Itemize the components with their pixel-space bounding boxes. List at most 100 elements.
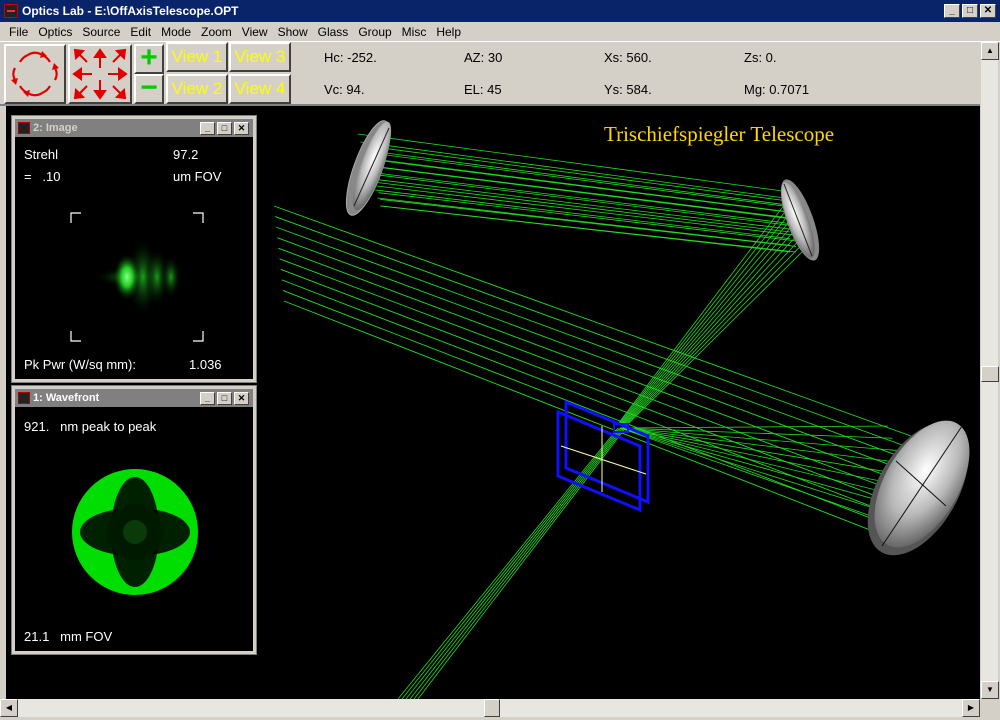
ray	[278, 247, 912, 486]
az-readout: AZ: 30	[464, 50, 503, 65]
wavefront-window-title: 1: Wavefront	[33, 392, 100, 404]
scroll-right-arrow-icon[interactable]: ▶	[962, 699, 980, 717]
horizontal-scrollbar[interactable]: ◀ ▶	[0, 699, 980, 717]
menu-help[interactable]: Help	[431, 25, 466, 39]
output-beam	[397, 427, 626, 699]
image-close-button[interactable]: ✕	[234, 121, 249, 135]
title-bar: Optics Lab - E:\OffAxisTelescope.OPT _ □…	[0, 0, 1000, 22]
image-window-title: 2: Image	[33, 122, 78, 134]
ys-readout: Ys: 584.	[604, 82, 652, 97]
ray	[623, 249, 805, 429]
fov-value: = .10	[24, 169, 61, 184]
ray	[279, 258, 912, 498]
ray	[381, 205, 797, 253]
ray	[409, 427, 623, 699]
menu-zoom[interactable]: Zoom	[196, 25, 237, 39]
el-readout: EL: 45	[464, 82, 502, 97]
ray	[621, 227, 798, 427]
wavefront-fov-label: 21.1 mm FOV	[24, 629, 113, 644]
view-2-button[interactable]: View 2	[166, 74, 228, 104]
tertiary-mirror[interactable]	[847, 405, 980, 572]
wavefront-window-titlebar[interactable]: 1: Wavefront _ □ ✕	[15, 389, 253, 407]
ray	[372, 181, 791, 233]
ray	[360, 141, 791, 200]
ray	[618, 205, 791, 425]
ray	[371, 165, 797, 220]
menu-mode[interactable]: Mode	[156, 25, 196, 39]
image-window[interactable]: 2: Image _ □ ✕ Strehl 97.2 = .10 um FOV	[11, 115, 257, 383]
xs-readout: Xs: 560.	[604, 50, 652, 65]
scene-title: Trischiefspiegler Telescope	[604, 122, 835, 146]
fov-unit: um FOV	[173, 169, 222, 184]
minimize-button[interactable]: _	[944, 4, 960, 18]
view-4-button[interactable]: View 4	[229, 74, 291, 104]
menu-optics[interactable]: Optics	[33, 25, 77, 39]
ray	[617, 199, 789, 425]
wavefront-map	[72, 469, 198, 595]
view-1-button[interactable]: View 1	[166, 42, 228, 72]
menu-edit[interactable]: Edit	[125, 25, 156, 39]
ray	[370, 173, 791, 226]
vertical-scroll-thumb[interactable]	[981, 366, 999, 382]
scroll-down-arrow-icon[interactable]: ▼	[981, 681, 999, 699]
menu-view[interactable]: View	[237, 25, 273, 39]
ray	[623, 244, 803, 428]
toolbar: + − View 1 View 3 View 2 View 4 Hc: -252…	[0, 42, 980, 106]
ray	[620, 221, 796, 427]
zoom-out-icon: −	[140, 71, 158, 104]
ray	[405, 427, 622, 699]
ray	[619, 427, 915, 500]
peak-power-value: 1.036	[189, 357, 222, 372]
vertical-scrollbar[interactable]: ▲ ▼	[980, 42, 999, 699]
close-button[interactable]: ✕	[980, 4, 996, 18]
window-title: Optics Lab - E:\OffAxisTelescope.OPT	[22, 4, 239, 18]
strehl-label: Strehl	[24, 147, 58, 162]
menu-group[interactable]: Group	[353, 25, 396, 39]
ray	[401, 427, 620, 699]
primary-to-tertiary-rays	[357, 133, 929, 537]
peak-to-peak-label: 921. nm peak to peak	[24, 419, 157, 434]
mg-readout: Mg: 0.7071	[744, 82, 810, 97]
rotate-button[interactable]	[4, 44, 66, 104]
app-icon	[4, 4, 18, 18]
wavefront-minimize-button[interactable]: _	[200, 391, 215, 405]
zs-readout: Zs: 0.	[744, 50, 777, 65]
horizontal-scroll-thumb[interactable]	[484, 699, 500, 717]
image-window-body: Strehl 97.2 = .10 um FOV Pk Pwr (W/sq mm…	[15, 137, 253, 379]
pan-arrows-icon	[72, 48, 128, 100]
peak-power-label: Pk Pwr (W/sq mm):	[24, 357, 136, 372]
menu-source[interactable]: Source	[77, 25, 125, 39]
menu-file[interactable]: File	[4, 25, 33, 39]
wavefront-close-button[interactable]: ✕	[234, 391, 249, 405]
ray	[280, 268, 912, 510]
zoom-in-icon: +	[140, 41, 158, 74]
ray	[417, 427, 626, 699]
menu-glass[interactable]: Glass	[313, 25, 354, 39]
image-window-titlebar[interactable]: 2: Image _ □ ✕	[15, 119, 253, 137]
wavefront-window[interactable]: 1: Wavefront _ □ ✕ 921. nm peak to peak	[11, 385, 257, 655]
ray	[281, 279, 912, 522]
zoom-in-button[interactable]: +	[134, 41, 164, 74]
scroll-up-arrow-icon[interactable]: ▲	[981, 42, 999, 60]
image-minimize-button[interactable]: _	[200, 121, 215, 135]
wavefront-maximize-button[interactable]: □	[217, 391, 232, 405]
ray	[362, 149, 791, 206]
ray	[277, 237, 912, 474]
resize-corner[interactable]	[980, 699, 1000, 720]
view-3-button[interactable]: View 3	[229, 42, 291, 72]
ray	[413, 427, 625, 699]
ray	[619, 216, 794, 426]
maximize-button[interactable]: □	[962, 4, 978, 18]
ray	[283, 300, 912, 547]
menu-show[interactable]: Show	[273, 25, 313, 39]
window-icon	[18, 122, 30, 134]
zoom-out-button[interactable]: −	[134, 71, 164, 104]
menu-misc[interactable]: Misc	[397, 25, 432, 39]
rotate-icon	[11, 51, 59, 97]
detector-plane[interactable]	[556, 399, 650, 513]
pan-button[interactable]	[68, 44, 132, 104]
scroll-left-arrow-icon[interactable]: ◀	[0, 699, 18, 717]
wavefront-window-body: 921. nm peak to peak 21.1 mm FOV	[15, 407, 253, 651]
psf-image	[70, 212, 204, 342]
image-maximize-button[interactable]: □	[217, 121, 232, 135]
